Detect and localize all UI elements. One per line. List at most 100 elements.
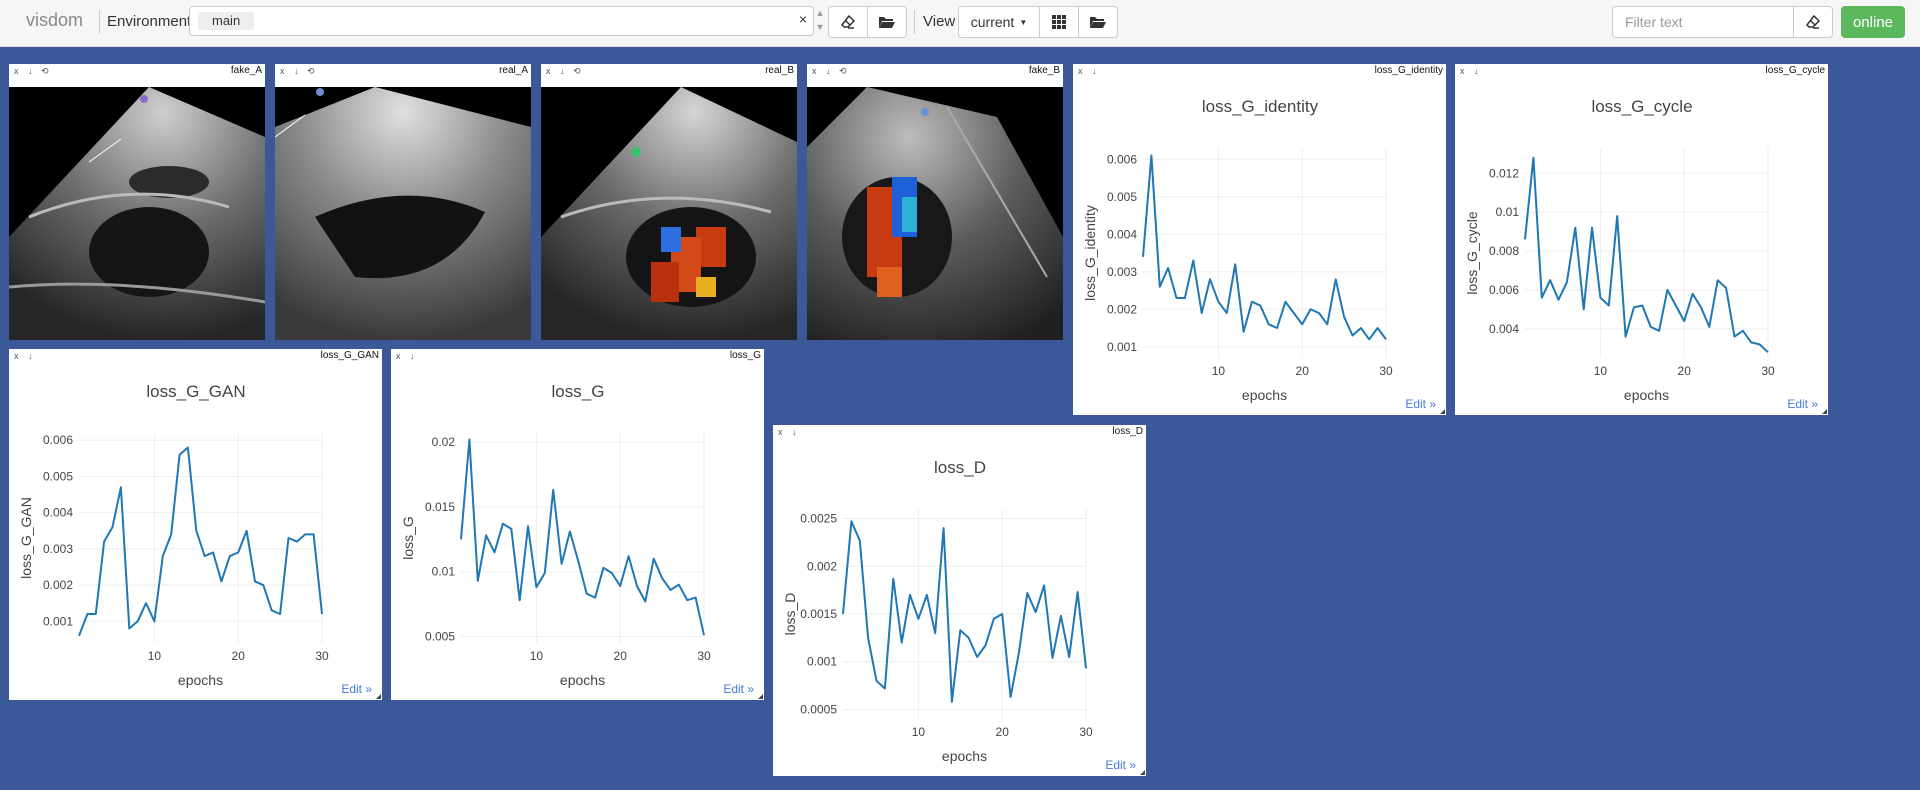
data-point[interactable]	[1664, 287, 1670, 293]
manage-environments-button[interactable]	[867, 6, 907, 38]
resize-handle-icon[interactable]	[758, 694, 763, 699]
data-point[interactable]	[1539, 295, 1545, 301]
data-point[interactable]	[1215, 299, 1221, 305]
data-point[interactable]	[693, 595, 699, 601]
data-point[interactable]	[1547, 277, 1553, 283]
data-point[interactable]	[1190, 258, 1196, 264]
data-point[interactable]	[1257, 303, 1263, 309]
data-point[interactable]	[458, 536, 464, 542]
data-point[interactable]	[135, 618, 141, 624]
data-point[interactable]	[1182, 295, 1188, 301]
data-point[interactable]	[466, 436, 472, 442]
data-point[interactable]	[1299, 321, 1305, 327]
data-point[interactable]	[277, 611, 283, 617]
data-point[interactable]	[533, 584, 539, 590]
data-point[interactable]	[1698, 304, 1704, 310]
data-point[interactable]	[890, 576, 896, 582]
data-point[interactable]	[542, 570, 548, 576]
data-point[interactable]	[1008, 694, 1014, 700]
data-point[interactable]	[1358, 325, 1364, 331]
close-icon[interactable]: x	[14, 349, 19, 363]
data-point[interactable]	[1597, 295, 1603, 301]
data-point[interactable]	[1639, 303, 1645, 309]
data-point[interactable]	[1522, 236, 1528, 242]
data-point[interactable]	[932, 630, 938, 636]
data-point[interactable]	[492, 549, 498, 555]
data-point[interactable]	[1375, 325, 1381, 331]
download-icon[interactable]: ↓	[792, 425, 797, 439]
data-point[interactable]	[626, 553, 632, 559]
data-point[interactable]	[924, 592, 930, 598]
clear-environment-button[interactable]	[828, 6, 868, 38]
close-icon[interactable]: x	[812, 64, 817, 78]
data-point[interactable]	[982, 643, 988, 649]
data-point[interactable]	[1232, 261, 1238, 267]
reset-icon[interactable]: ⟲	[573, 64, 581, 78]
data-point[interactable]	[1148, 153, 1154, 159]
plot-pane[interactable]: x ↓ loss_G_identity loss_G_identity 10 20 3…	[1073, 64, 1446, 415]
data-point[interactable]	[319, 611, 325, 617]
close-icon[interactable]: x	[546, 64, 551, 78]
edit-plot-link[interactable]: Edit »	[1105, 758, 1136, 772]
data-point[interactable]	[642, 599, 648, 605]
data-point[interactable]	[84, 611, 90, 617]
data-point[interactable]	[1241, 329, 1247, 335]
data-point[interactable]	[1614, 213, 1620, 219]
download-icon[interactable]: ↓	[294, 64, 299, 78]
data-point[interactable]	[1157, 284, 1163, 290]
data-point[interactable]	[899, 640, 905, 646]
data-point[interactable]	[617, 583, 623, 589]
edit-plot-link[interactable]: Edit »	[1787, 397, 1818, 411]
data-point[interactable]	[151, 618, 157, 624]
data-point[interactable]	[218, 578, 224, 584]
data-point[interactable]	[676, 582, 682, 588]
data-point[interactable]	[882, 685, 888, 691]
close-icon[interactable]: x	[14, 64, 19, 78]
resize-handle-icon[interactable]	[1440, 409, 1445, 414]
data-point[interactable]	[1748, 339, 1754, 345]
environment-clear-icon[interactable]: ×	[799, 11, 807, 27]
close-icon[interactable]: x	[778, 425, 783, 439]
download-icon[interactable]: ↓	[1474, 64, 1479, 78]
data-point[interactable]	[941, 525, 947, 531]
download-icon[interactable]: ↓	[28, 64, 33, 78]
data-point[interactable]	[584, 591, 590, 597]
data-point[interactable]	[1648, 324, 1654, 330]
data-point[interactable]	[252, 578, 258, 584]
image-pane[interactable]: x ↓ ⟲ fake_A	[9, 64, 265, 340]
data-point[interactable]	[1249, 299, 1255, 305]
data-point[interactable]	[1165, 265, 1171, 271]
data-point[interactable]	[475, 578, 481, 584]
environment-tag[interactable]: main	[198, 12, 255, 30]
data-point[interactable]	[550, 487, 556, 493]
repack-button[interactable]	[1039, 6, 1079, 38]
close-icon[interactable]: x	[1078, 64, 1083, 78]
data-point[interactable]	[684, 597, 690, 603]
data-point[interactable]	[974, 654, 980, 660]
brand-logo[interactable]: visdom	[26, 10, 83, 31]
data-point[interactable]	[500, 521, 506, 527]
data-point[interactable]	[244, 528, 250, 534]
data-point[interactable]	[227, 553, 233, 559]
data-point[interactable]	[1564, 279, 1570, 285]
download-icon[interactable]: ↓	[28, 349, 33, 363]
data-point[interactable]	[76, 633, 82, 639]
data-point[interactable]	[1690, 291, 1696, 297]
line-chart[interactable]: loss_G_identity 10 20 30 0.001 0.002 0.003 0.00…	[1073, 78, 1446, 415]
data-point[interactable]	[1324, 321, 1330, 327]
data-point[interactable]	[1623, 334, 1629, 340]
data-point[interactable]	[701, 632, 707, 638]
data-point[interactable]	[609, 570, 615, 576]
edit-plot-link[interactable]: Edit »	[1405, 397, 1436, 411]
data-point[interactable]	[1224, 310, 1230, 316]
data-point[interactable]	[1058, 613, 1064, 619]
resize-handle-icon[interactable]	[376, 694, 381, 699]
plot-pane[interactable]: x ↓ loss_G loss_G 10 20 30 0.005 0.01 0.015 0.0…	[391, 349, 764, 700]
data-point[interactable]	[1757, 341, 1763, 347]
data-point[interactable]	[1673, 303, 1679, 309]
data-point[interactable]	[285, 535, 291, 541]
environment-select[interactable]: main ×	[189, 6, 814, 36]
data-point[interactable]	[659, 575, 665, 581]
data-point[interactable]	[517, 597, 523, 603]
data-point[interactable]	[294, 539, 300, 545]
